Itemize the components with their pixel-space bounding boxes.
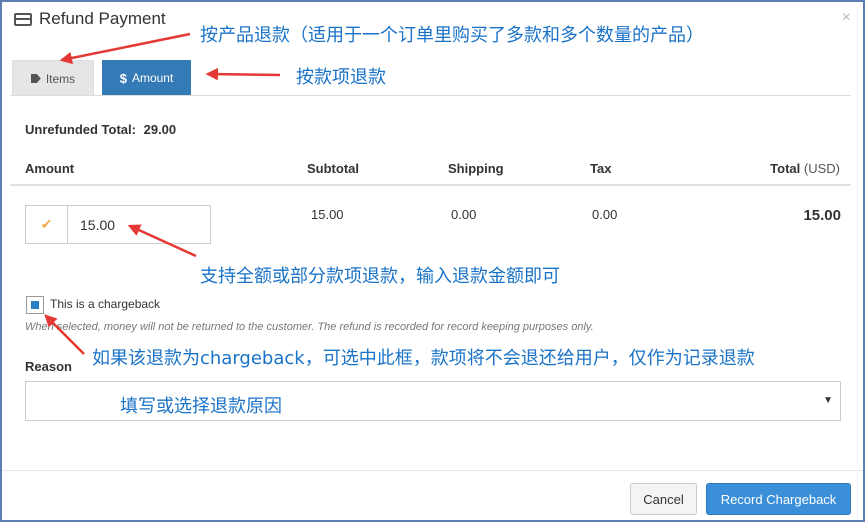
tab-amount-label: Amount — [131, 71, 174, 85]
unrefunded-total: Unrefunded Total: 29.00 — [25, 122, 176, 137]
tab-items-label: Items — [45, 71, 76, 86]
col-header-amount: Amount — [25, 161, 75, 176]
modal-header: Refund Payment — [14, 9, 166, 29]
record-chargeback-button[interactable]: Record Chargeback — [706, 483, 851, 515]
annotation-by-amount: 按款项退款 — [296, 67, 386, 88]
col-header-subtotal: Subtotal — [307, 161, 359, 176]
chargeback-label[interactable]: This is a chargeback — [50, 297, 160, 311]
tab-amount[interactable]: $ Amount — [102, 60, 191, 96]
checkbox-checked-mark — [31, 301, 39, 309]
col-header-total: Total (USD) — [770, 161, 840, 176]
tab-divider — [10, 95, 851, 96]
unrefunded-label: Unrefunded Total: — [25, 122, 136, 137]
chargeback-checkbox[interactable] — [26, 296, 44, 314]
subtotal-value: 15.00 — [311, 207, 344, 222]
credit-card-icon — [14, 12, 32, 26]
annotation-by-product: 按产品退款（适用于一个订单里购买了多款和多个数量的产品） — [200, 25, 704, 46]
col-header-total-label: Total — [770, 161, 801, 176]
refund-amount-input[interactable]: 15.00 — [68, 206, 210, 243]
header-divider — [10, 184, 851, 186]
total-value: 15.00 — [803, 207, 841, 224]
col-header-tax: Tax — [590, 161, 612, 176]
cancel-button[interactable]: Cancel — [630, 483, 697, 515]
shipping-value: 0.00 — [451, 207, 477, 222]
tab-items[interactable]: Items — [12, 60, 94, 96]
dollar-icon: $ — [119, 70, 127, 86]
checkmark-icon: ✔ — [26, 206, 68, 243]
unrefunded-value: 29.00 — [143, 122, 177, 137]
col-header-shipping: Shipping — [448, 161, 504, 176]
reason-label: Reason — [25, 359, 72, 374]
tax-value: 0.00 — [592, 207, 618, 222]
annotation-full-partial: 支持全额或部分款项退款，输入退款金额即可 — [200, 266, 560, 287]
annotation-reason: 填写或选择退款原因 — [120, 396, 282, 417]
currency-label: (USD) — [803, 161, 840, 176]
chevron-down-icon[interactable]: ▼ — [823, 395, 833, 406]
footer-divider — [2, 470, 863, 471]
tag-icon — [30, 74, 41, 83]
annotation-chargeback: 如果该退款为chargeback，可选中此框，款项将不会退还给用户，仅作为记录退… — [92, 348, 755, 369]
refund-amount-input-group[interactable]: ✔ 15.00 — [25, 205, 211, 244]
close-icon[interactable]: × — [842, 9, 851, 27]
modal-title: Refund Payment — [39, 9, 166, 28]
chargeback-help-text: When selected, money will not be returne… — [25, 321, 594, 333]
